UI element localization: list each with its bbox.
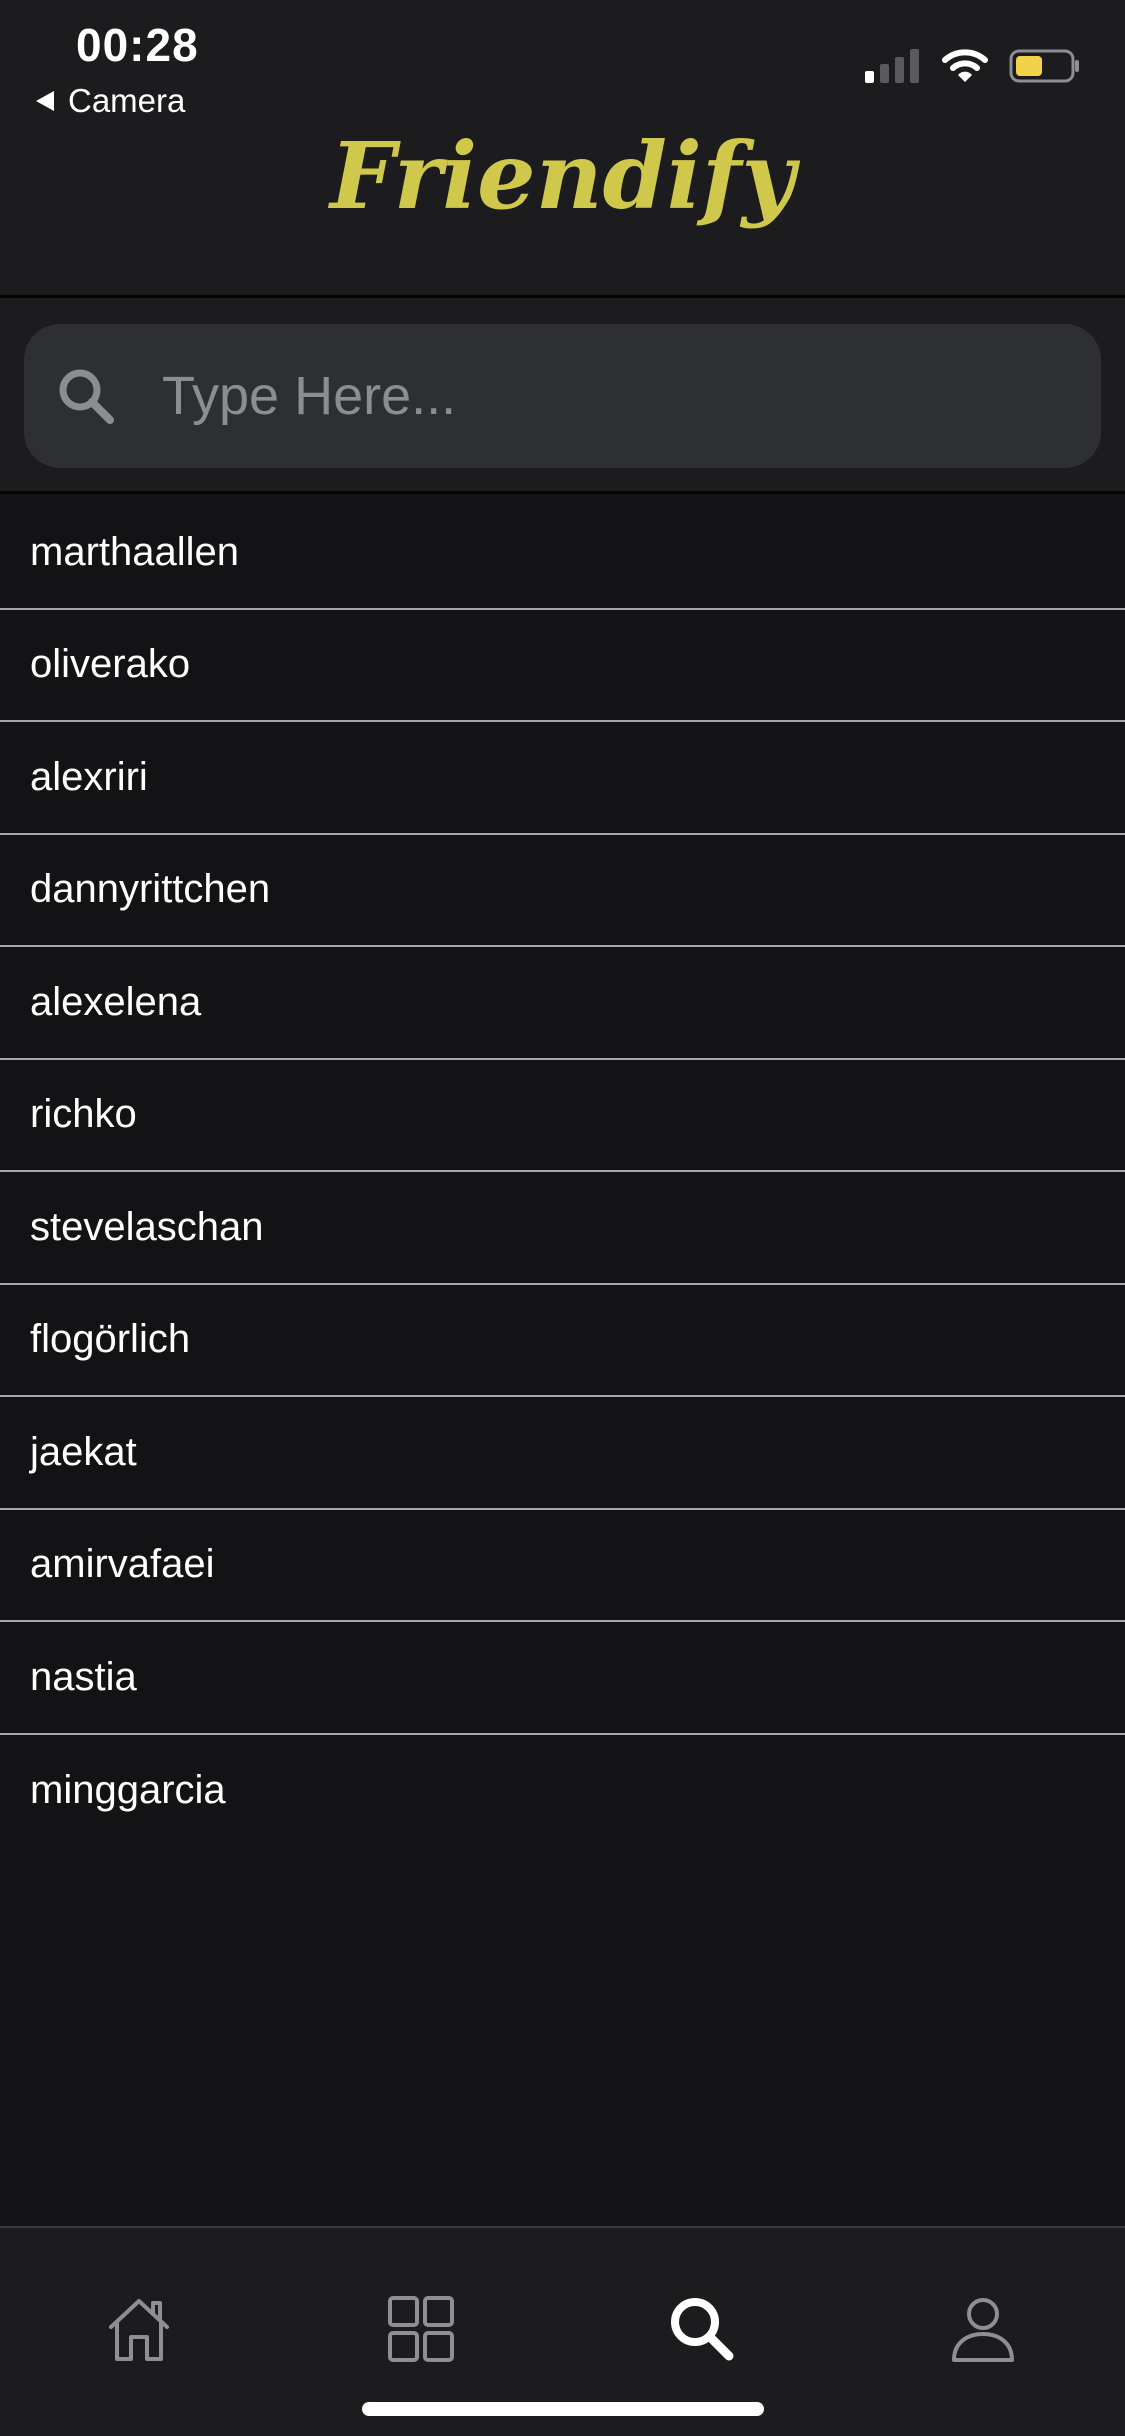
user-list-item[interactable]: nastia [0,1622,1125,1735]
status-time: 00:28 [76,19,199,71]
profile-icon [952,2298,1014,2362]
user-list-item[interactable]: richko [0,1060,1125,1172]
user-list-item[interactable]: jaekat [0,1397,1125,1510]
wifi-icon [942,49,988,82]
user-list-item[interactable]: flogörlich [0,1285,1125,1397]
tab-home[interactable] [94,2284,184,2374]
home-icon [109,2299,169,2361]
back-arrow-icon [36,91,54,111]
header: 00:28 Camera Friendify [0,0,1125,298]
user-list-item[interactable]: alexriri [0,722,1125,835]
search-input[interactable] [160,324,1060,468]
tab-grid[interactable] [376,2284,466,2374]
user-list-item[interactable]: marthaallen [0,497,1125,610]
tab-profile[interactable] [938,2284,1028,2374]
grid-icon [388,2296,454,2362]
user-list-item[interactable]: oliverako [0,610,1125,722]
search-icon [671,2298,734,2361]
user-list-item[interactable]: dannyrittchen [0,835,1125,947]
tab-bar [0,2226,1125,2436]
search-bar-container [0,298,1125,494]
search-icon [54,364,118,428]
user-list-item[interactable]: minggarcia [0,1735,1125,1848]
home-indicator[interactable] [362,2402,764,2416]
user-list-item[interactable]: amirvafaei [0,1510,1125,1622]
user-list-item[interactable]: alexelena [0,947,1125,1060]
app-title: Friendify [330,122,795,230]
cellular-signal-icon [865,49,919,83]
tab-search[interactable] [657,2284,747,2374]
back-to-camera-link[interactable]: Camera [36,82,185,120]
user-list: marthaallen oliverako alexriri dannyritt… [0,497,1125,1847]
search-field[interactable] [24,324,1101,468]
battery-icon [1009,49,1079,83]
search-screen: 00:28 Camera Friendify Type Here... mart… [0,0,1125,2436]
back-link-label: Camera [68,82,186,119]
user-list-item[interactable]: stevelaschan [0,1172,1125,1285]
status-indicators [865,48,1081,84]
